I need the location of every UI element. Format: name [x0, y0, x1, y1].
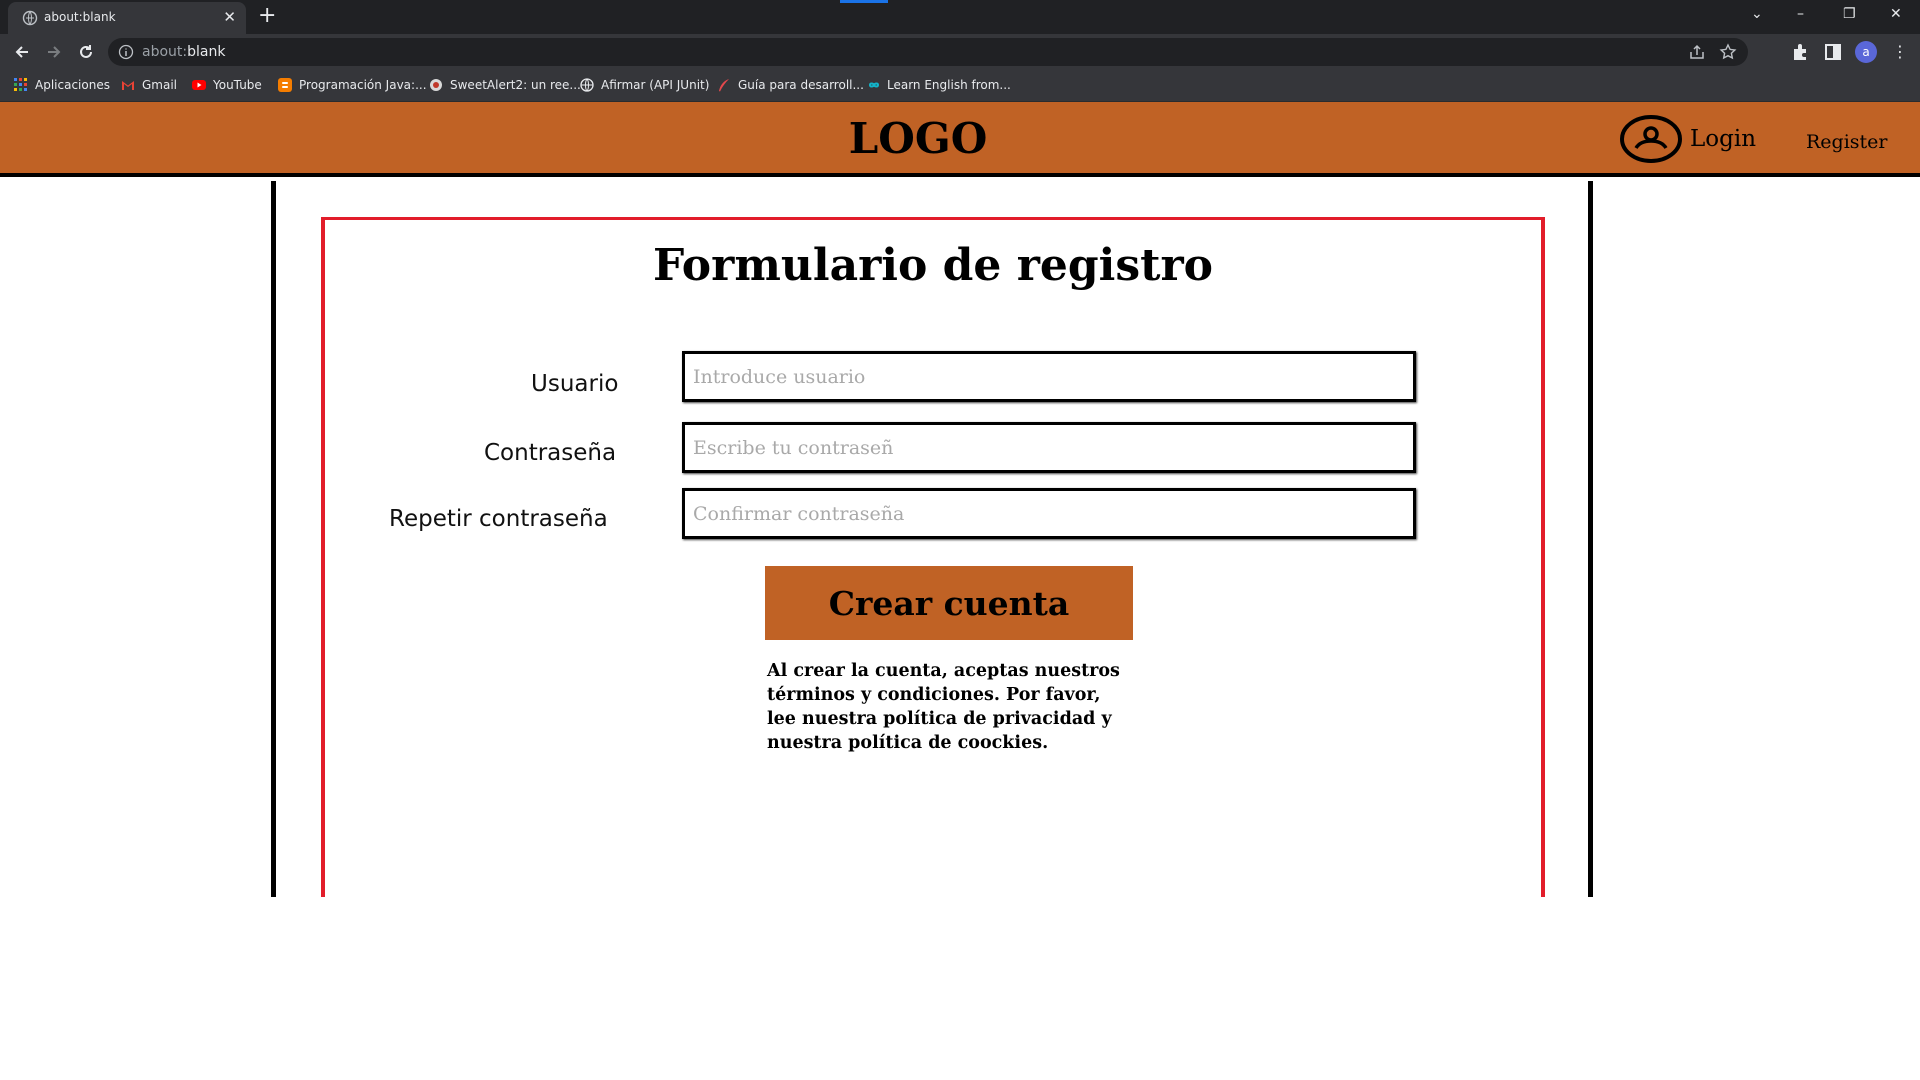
- tab-search-icon[interactable]: ⌄: [1751, 4, 1763, 24]
- user-icon: [1620, 115, 1682, 163]
- new-tab-icon[interactable]: +: [258, 4, 276, 28]
- site-header: LOGO Login Register: [0, 102, 1920, 177]
- username-label: Usuario: [531, 371, 619, 397]
- bookmark-programacion-java[interactable]: Programación Java:...: [278, 78, 427, 92]
- registration-form: [321, 217, 1545, 897]
- infinity-icon: [866, 78, 880, 92]
- extensions-icon[interactable]: [1790, 42, 1810, 62]
- bookmark-sweetalert2[interactable]: SweetAlert2: un ree...: [429, 78, 581, 92]
- tab-title: about:blank: [44, 10, 116, 24]
- reload-icon[interactable]: [74, 40, 98, 64]
- site-logo[interactable]: LOGO: [0, 114, 1836, 163]
- repeat-password-input[interactable]: [682, 488, 1416, 539]
- menu-icon[interactable]: ⋮: [1892, 42, 1912, 62]
- tab-indicator: [840, 0, 888, 3]
- apps-grid-icon: [14, 78, 28, 92]
- side-panel-icon[interactable]: [1823, 42, 1843, 62]
- browser-toolbar: about:blank a ⋮: [0, 34, 1920, 70]
- login-label: Login: [1690, 126, 1757, 152]
- bookmark-learn-english[interactable]: Learn English from...: [866, 78, 1011, 92]
- globe-icon: [580, 78, 594, 92]
- url-text: about:blank: [142, 44, 226, 60]
- back-icon[interactable]: [10, 40, 34, 64]
- close-window-icon[interactable]: ✕: [1890, 4, 1902, 24]
- sweetalert-icon: [429, 78, 443, 92]
- bookmark-guia-para-desarrollo[interactable]: Guía para desarroll...: [717, 78, 864, 92]
- page-viewport: LOGO Login Register Formulario de regist…: [0, 102, 1920, 1080]
- minimize-icon[interactable]: –: [1797, 4, 1804, 24]
- password-input[interactable]: [682, 422, 1416, 473]
- star-icon[interactable]: [1719, 43, 1737, 61]
- bookmark-afirmar-api-junit[interactable]: Afirmar (API JUnit): [580, 78, 709, 92]
- bookmark-gmail[interactable]: Gmail: [121, 78, 177, 92]
- close-tab-icon[interactable]: ✕: [223, 8, 236, 26]
- register-link[interactable]: Register: [1806, 131, 1888, 153]
- form-title: Formulario de registro: [652, 240, 1214, 291]
- forward-icon[interactable]: [42, 40, 66, 64]
- info-icon[interactable]: [118, 44, 134, 60]
- profile-avatar[interactable]: a: [1855, 41, 1877, 63]
- restore-icon[interactable]: ❐: [1843, 4, 1856, 24]
- address-bar[interactable]: about:blank: [108, 38, 1748, 66]
- bookmarks-bar: Aplicaciones Gmail YouTube Programación …: [0, 70, 1920, 102]
- password-label: Contraseña: [484, 440, 617, 466]
- gmail-icon: [121, 78, 135, 92]
- username-input[interactable]: [682, 351, 1416, 402]
- feather-icon: [717, 78, 731, 92]
- share-icon[interactable]: [1688, 43, 1706, 61]
- terms-text: Al crear la cuenta, aceptas nuestros tér…: [767, 661, 1120, 753]
- bookmark-youtube[interactable]: YouTube: [192, 78, 262, 92]
- login-link[interactable]: Login: [1620, 115, 1756, 163]
- blogger-icon: [278, 78, 292, 92]
- create-account-button[interactable]: Crear cuenta: [765, 566, 1133, 640]
- browser-tabstrip: about:blank ✕ + ⌄ – ❐ ✕: [0, 0, 1920, 34]
- repeat-password-label: Repetir contraseña: [389, 506, 608, 532]
- globe-icon: [22, 10, 38, 26]
- browser-tab[interactable]: about:blank ✕: [8, 2, 246, 34]
- youtube-icon: [192, 78, 206, 92]
- bookmark-aplicaciones[interactable]: Aplicaciones: [14, 78, 110, 92]
